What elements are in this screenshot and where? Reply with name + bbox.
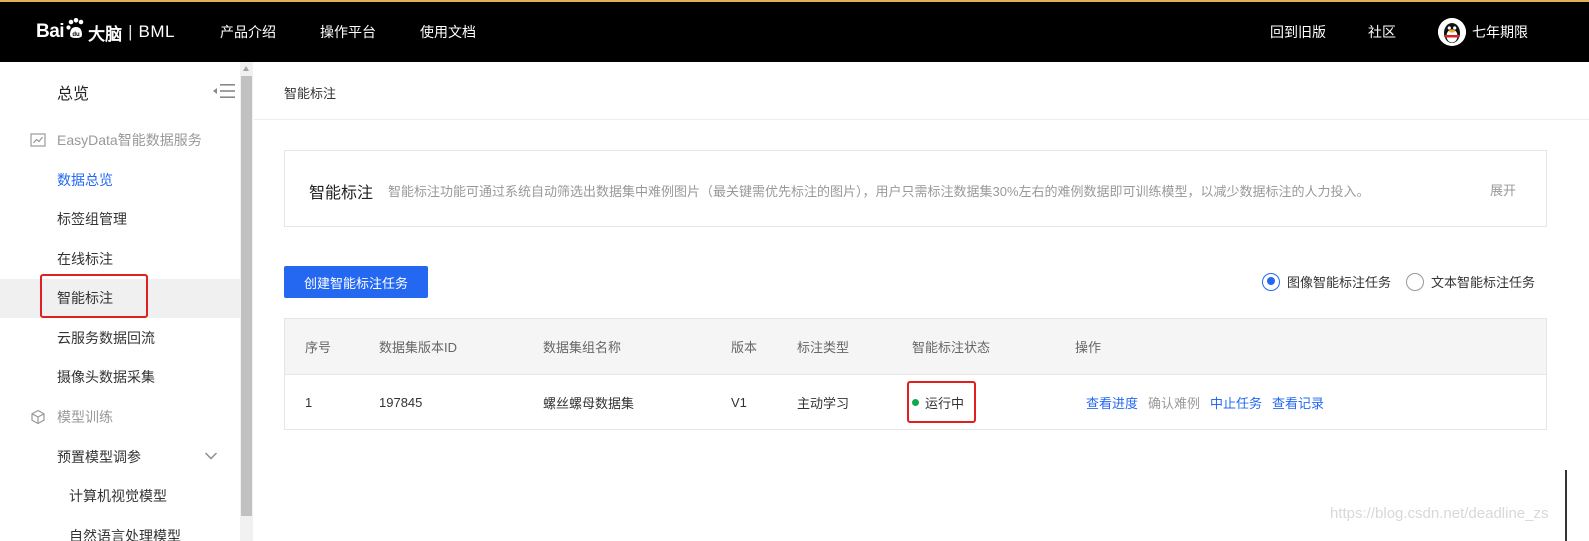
nav-operation-platform[interactable]: 操作平台 (320, 22, 376, 42)
breadcrumb-bar: 智能标注 (254, 62, 1589, 120)
radio-image-task[interactable]: 图像智能标注任务 (1262, 272, 1391, 291)
avatar (1438, 18, 1466, 46)
sidebar-group-easydata[interactable]: EasyData智能数据服务 (0, 120, 240, 160)
confirm-hard-examples-link[interactable]: 确认难例 (1148, 393, 1200, 412)
sidebar-title-overview[interactable]: 总览 (57, 80, 89, 104)
sidebar-item-online-annotation[interactable]: 在线标注 (0, 239, 240, 279)
chart-icon (30, 133, 46, 147)
chevron-down-icon (205, 452, 217, 460)
sidebar-item-camera-collection[interactable]: 摄像头数据采集 (0, 358, 240, 398)
sidebar-item-label-group[interactable]: 标签组管理 (0, 200, 240, 240)
edge-divider (1565, 470, 1567, 541)
logo-paw-text: du (72, 32, 80, 38)
view-records-link[interactable]: 查看记录 (1272, 393, 1324, 412)
sidebar-item-cv-model[interactable]: 计算机视觉模型 (0, 477, 240, 517)
radio-unchecked-icon (1406, 272, 1425, 291)
sidebar-group-model-training[interactable]: 模型训练 (0, 397, 240, 437)
sidebar-group-model-training-label: 模型训练 (57, 409, 113, 425)
sidebar-menu: EasyData智能数据服务 数据总览 标签组管理 在线标注 智能标注 云服务数… (0, 120, 240, 541)
status-badge: 运行中 (912, 375, 964, 429)
cell-annotation-type: 主动学习 (797, 395, 850, 411)
sidebar-item-smart-annotation[interactable]: 智能标注 (0, 278, 240, 318)
sidebar-group-easydata-label: EasyData智能数据服务 (57, 132, 202, 148)
main-nav: 产品介绍 操作平台 使用文档 (220, 2, 520, 62)
header-actions: 操作 (1075, 340, 1102, 355)
logo-bml-text: BML (138, 22, 175, 41)
radio-text-task[interactable]: 文本智能标注任务 (1406, 272, 1535, 291)
stop-task-link[interactable]: 中止任务 (1210, 393, 1262, 412)
username: 七年期限 (1472, 24, 1528, 40)
create-smart-annotation-task-button[interactable]: 创建智能标注任务 (284, 266, 428, 298)
intro-title: 智能标注 (309, 185, 374, 202)
nav-docs[interactable]: 使用文档 (420, 22, 476, 42)
collapse-sidebar-icon[interactable] (212, 82, 236, 100)
view-progress-link[interactable]: 查看进度 (1086, 393, 1138, 412)
table-header: 序号 数据集版本ID 数据集组名称 版本 标注类型 智能标注状态 操作 (285, 319, 1546, 374)
sidebar-item-cloud-data-reflow[interactable]: 云服务数据回流 (0, 318, 240, 358)
table-row: 1 197845 螺丝螺母数据集 V1 主动学习 运行中 查看进度 确认难例 中… (285, 374, 1546, 429)
nav-old-version[interactable]: 回到旧版 (1270, 22, 1326, 42)
nav-community[interactable]: 社区 (1368, 22, 1396, 42)
sidebar-scrollbar[interactable] (240, 62, 253, 541)
header-annotation-type: 标注类型 (797, 340, 850, 355)
radio-text-task-label: 文本智能标注任务 (1431, 275, 1536, 290)
cube-icon (31, 409, 45, 425)
secondary-nav: 回到旧版 社区 (1270, 2, 1396, 62)
sidebar-item-nlp-model[interactable]: 自然语言处理模型 (0, 516, 240, 541)
user-menu[interactable]: 七年期限 (1438, 18, 1528, 46)
breadcrumb: 智能标注 (284, 86, 337, 101)
sidebar-item-preset-model-tuning-label: 预置模型调参 (57, 448, 141, 465)
watermark: https://blog.csdn.net/deadline_zs (1330, 505, 1549, 522)
sidebar-item-preset-model-tuning[interactable]: 预置模型调参 (0, 437, 240, 477)
expand-link[interactable]: 展开 (1490, 180, 1516, 199)
cell-index: 1 (305, 394, 313, 410)
cell-version: V1 (731, 394, 747, 410)
task-table: 序号 数据集版本ID 数据集组名称 版本 标注类型 智能标注状态 操作 1 19… (284, 318, 1547, 430)
logo-separator: | (128, 22, 133, 41)
status-text: 运行中 (925, 395, 965, 411)
radio-image-task-label: 图像智能标注任务 (1287, 275, 1392, 290)
header-index: 序号 (305, 340, 332, 355)
header-version-id: 数据集版本ID (379, 340, 458, 355)
logo-bai-text: Bai (36, 21, 65, 42)
sidebar-item-data-overview[interactable]: 数据总览 (0, 160, 240, 200)
header-group-name: 数据集组名称 (543, 340, 622, 355)
intro-description: 智能标注功能可通过系统自动筛选出数据集中难例图片（最关键需优先标注的图片），用户… (388, 184, 1370, 199)
row-actions: 查看进度 确认难例 中止任务 查看记录 (1086, 375, 1324, 429)
sidebar: 总览 EasyData智能数据服务 数据总览 标签组管理 在线标注 智能标注 云… (0, 62, 253, 541)
penguin-avatar-icon (1438, 18, 1466, 46)
cell-version-id: 197845 (379, 394, 423, 410)
sidebar-header: 总览 (0, 62, 240, 120)
baidu-bml-logo[interactable]: Bai du 大脑 | BML (36, 14, 175, 50)
header-status: 智能标注状态 (912, 340, 991, 355)
header-version: 版本 (731, 340, 758, 355)
top-navigation-bar: Bai du 大脑 | BML 产品介绍 操作平台 使用文档 回到旧版 社区 七… (0, 0, 1589, 62)
task-type-radio-group: 图像智能标注任务 文本智能标注任务 (1262, 272, 1535, 291)
nav-product-intro[interactable]: 产品介绍 (220, 22, 276, 42)
scrollbar-thumb[interactable] (241, 76, 252, 516)
logo-brain-text: 大脑 (88, 24, 123, 44)
baidu-paw-icon: du (66, 18, 84, 38)
intro-card: 智能标注 智能标注功能可通过系统自动筛选出数据集中难例图片（最关键需优先标注的图… (284, 150, 1547, 227)
status-running-dot-icon (912, 398, 919, 406)
scroll-up-arrow-icon[interactable] (243, 66, 249, 71)
cell-group-name: 螺丝螺母数据集 (543, 395, 635, 411)
radio-checked-icon (1262, 272, 1280, 291)
